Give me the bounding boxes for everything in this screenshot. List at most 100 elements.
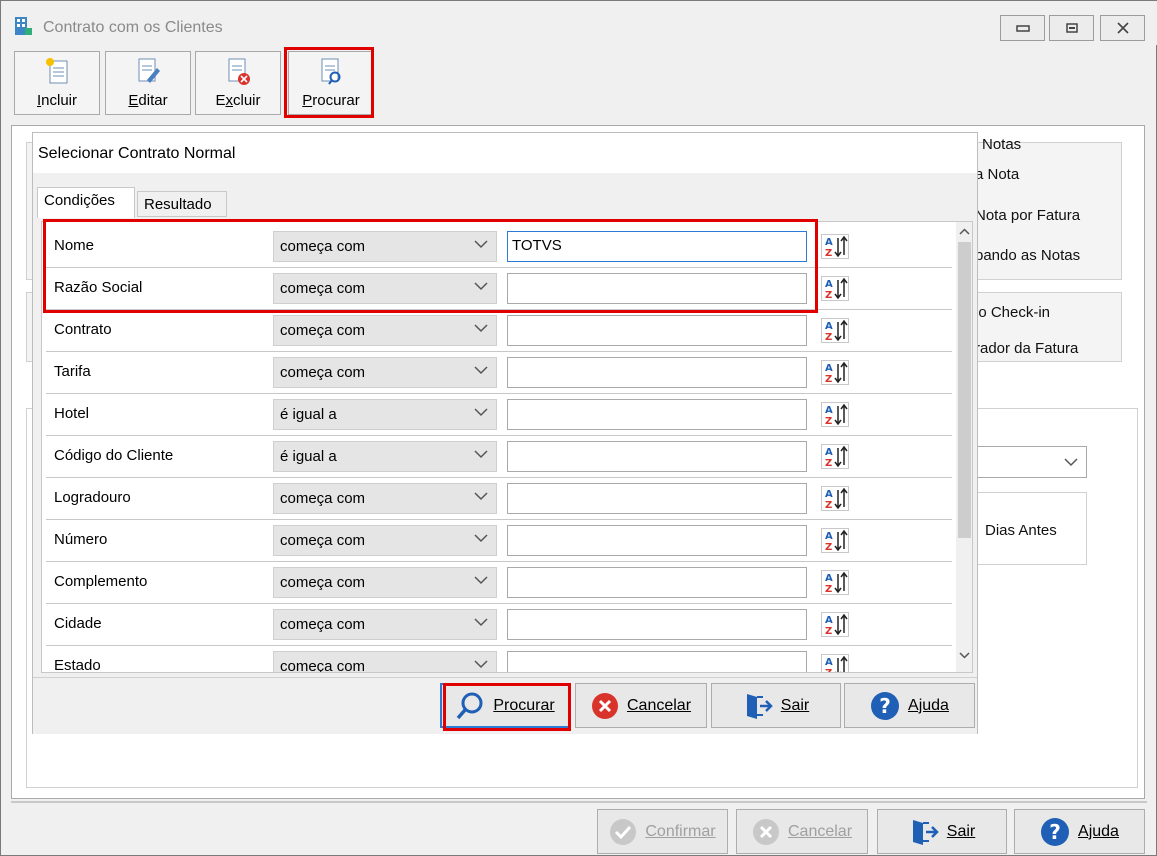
sort-az-icon[interactable]: AZ — [821, 486, 849, 511]
condition-operator-select[interactable]: começa com — [273, 609, 497, 640]
condition-operator-value: começa com — [280, 490, 366, 507]
cancelar-footer-button[interactable]: Cancelar — [736, 809, 868, 854]
condition-operator-select[interactable]: é igual a — [273, 399, 497, 430]
scroll-up-icon[interactable] — [959, 228, 970, 235]
condition-value-input[interactable] — [507, 525, 807, 556]
svg-text:Z: Z — [825, 332, 832, 343]
sort-az-icon[interactable]: AZ — [821, 318, 849, 343]
ajuda-footer-button[interactable]: ? Ajuda — [1014, 809, 1145, 854]
condition-value-input[interactable] — [507, 567, 807, 598]
condition-operator-select[interactable]: começa com — [273, 525, 497, 556]
condition-operator-value: começa com — [280, 322, 366, 339]
editar-label: Editar — [128, 92, 168, 109]
sort-az-icon[interactable]: AZ — [821, 276, 849, 301]
option-gerador-fatura[interactable]: rador da Fatura — [975, 340, 1078, 357]
minimize-button[interactable] — [1000, 15, 1045, 41]
svg-text:A: A — [825, 489, 833, 500]
condition-operator-select[interactable]: começa com — [273, 357, 497, 388]
svg-text:A: A — [825, 657, 833, 668]
option-a-nota[interactable]: a Nota — [975, 166, 1019, 183]
tab-condicoes[interactable]: Condições — [37, 187, 135, 218]
cancelar-dialog-button[interactable]: Cancelar — [575, 683, 707, 728]
condition-row: Estado começa com A Z — [46, 646, 952, 673]
condition-operator-select[interactable]: começa com — [273, 315, 497, 346]
condition-field-label: Estado — [54, 657, 101, 673]
condition-row: Hotel é igual a AZ — [46, 394, 952, 436]
cancel-disabled-icon — [752, 818, 779, 845]
condition-operator-select[interactable]: começa com — [273, 483, 497, 514]
background-dropdown[interactable] — [972, 446, 1087, 478]
condition-value-input[interactable] — [507, 483, 807, 514]
scroll-down-icon[interactable] — [959, 652, 970, 659]
exit-footer-icon — [912, 819, 939, 845]
condition-field-label: Código do Cliente — [54, 447, 174, 464]
sort-az-icon[interactable]: AZ — [821, 654, 849, 673]
sort-az-icon[interactable]: AZ — [821, 360, 849, 385]
condition-row: Contrato começa com A Z — [46, 310, 952, 352]
close-button[interactable] — [1100, 15, 1145, 41]
excluir-label: Excluir — [215, 92, 261, 109]
condition-row: Número começa com A Z — [46, 520, 952, 562]
option-agrupando-notas[interactable]: pando as Notas — [975, 247, 1080, 264]
incluir-label: Incluir — [36, 92, 78, 109]
tab-resultado[interactable]: Resultado — [137, 191, 227, 217]
excluir-button[interactable]: Excluir — [195, 51, 281, 115]
new-document-icon — [46, 58, 68, 84]
sair-dialog-label: Sair — [780, 696, 810, 714]
svg-text:Z: Z — [825, 668, 832, 673]
scrollbar-thumb[interactable] — [958, 242, 971, 538]
svg-text:A: A — [825, 321, 833, 332]
condition-operator-select[interactable]: é igual a — [273, 441, 497, 472]
chevron-down-icon — [474, 534, 488, 543]
sair-dialog-button[interactable]: Sair — [711, 683, 841, 728]
condition-value-input[interactable] — [507, 441, 807, 472]
svg-text:Z: Z — [825, 584, 832, 595]
condition-operator-select[interactable]: começa com — [273, 567, 497, 598]
editar-button[interactable]: Editar — [105, 51, 191, 115]
condition-field-label: Logradouro — [54, 489, 131, 506]
option-nota-por-fatura[interactable]: Nota por Fatura — [975, 207, 1080, 224]
sort-az-icon[interactable]: AZ — [821, 570, 849, 595]
svg-text:A: A — [825, 573, 833, 584]
condition-row: Cidade começa com A Z — [46, 604, 952, 646]
restore-button[interactable] — [1049, 15, 1094, 41]
incluir-button[interactable]: Incluir — [14, 51, 100, 115]
condition-row: Tarifa começa com A Z — [46, 352, 952, 394]
ajuda-dialog-button[interactable]: ? Ajuda — [844, 683, 975, 728]
sort-az-icon[interactable]: AZ — [821, 528, 849, 553]
condition-value-input[interactable] — [507, 651, 807, 672]
svg-text:A: A — [825, 405, 833, 416]
dias-antes-label: Dias Antes — [985, 522, 1057, 539]
condition-value-input[interactable] — [507, 609, 807, 640]
condition-value-input[interactable] — [507, 357, 807, 388]
sort-az-icon[interactable]: AZ — [821, 234, 849, 259]
exit-icon — [746, 693, 773, 719]
cancelar-dialog-label: Cancelar — [626, 696, 692, 714]
svg-text:Z: Z — [825, 290, 832, 301]
sort-az-icon[interactable]: AZ — [821, 612, 849, 637]
condition-row: Código do Cliente é igual a AZ — [46, 436, 952, 478]
confirmar-button[interactable]: Confirmar — [597, 809, 728, 854]
condition-operator-value: começa com — [280, 616, 366, 633]
condition-field-label: Número — [54, 531, 108, 548]
footer-divider — [11, 801, 1147, 803]
main-window: Contrato com os Clientes Incluir Editar — [0, 0, 1157, 856]
condition-value-input[interactable] — [507, 315, 807, 346]
highlight-procurar-button — [443, 683, 571, 731]
svg-text:?: ? — [1049, 820, 1061, 844]
svg-text:Z: Z — [825, 458, 832, 469]
chevron-down-icon — [474, 324, 488, 333]
sair-footer-button[interactable]: Sair — [877, 809, 1007, 854]
option-check-in[interactable]: lo Check-in — [975, 304, 1050, 321]
sort-az-icon[interactable]: AZ — [821, 402, 849, 427]
condition-value-input[interactable] — [507, 399, 807, 430]
chevron-down-icon — [474, 366, 488, 375]
condition-field-label: Contrato — [54, 321, 112, 338]
chevron-down-icon — [1064, 458, 1078, 467]
condition-operator-select[interactable]: começa com — [273, 651, 497, 673]
edit-document-icon — [138, 58, 160, 83]
sort-az-icon[interactable]: AZ — [821, 444, 849, 469]
condition-operator-value: é igual a — [280, 406, 337, 423]
condition-operator-value: começa com — [280, 658, 366, 673]
restore-icon — [1065, 23, 1078, 33]
